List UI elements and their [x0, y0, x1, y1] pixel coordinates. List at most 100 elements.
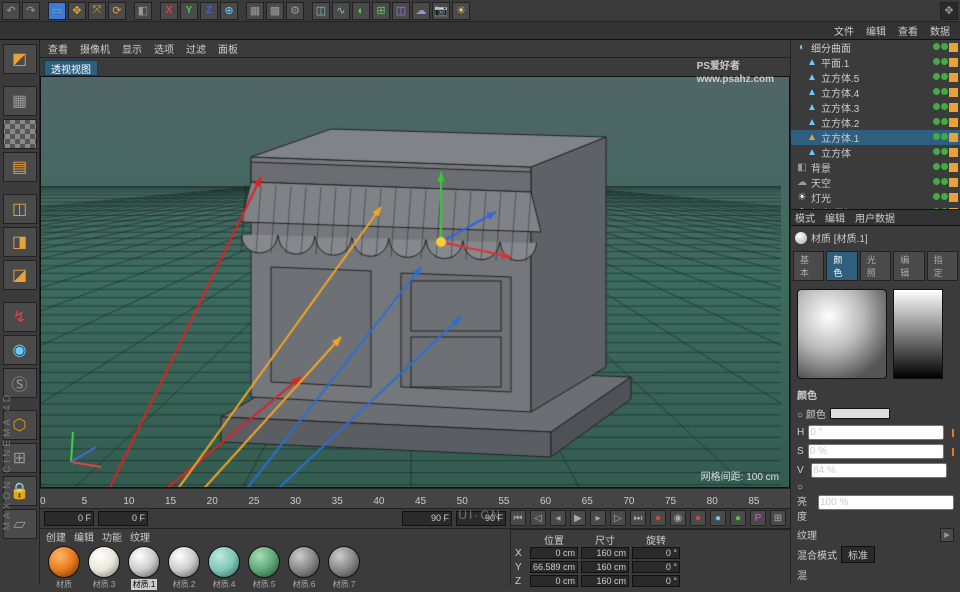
- attr-edit[interactable]: 编辑: [825, 210, 845, 225]
- tree-item[interactable]: ▲平面.1: [791, 55, 960, 70]
- point-mode[interactable]: ◫: [3, 194, 37, 224]
- menu-view[interactable]: 查看: [898, 23, 918, 38]
- select-tool[interactable]: ▭: [48, 2, 66, 20]
- poly-mode[interactable]: ◪: [3, 260, 37, 290]
- edge-mode[interactable]: ◨: [3, 227, 37, 257]
- time-end[interactable]: [402, 511, 452, 526]
- viewport-solo[interactable]: ◉: [3, 335, 37, 365]
- tree-item[interactable]: ▲立方体.3: [791, 100, 960, 115]
- key-pla[interactable]: ⊞: [770, 510, 786, 526]
- attr-user[interactable]: 用户数据: [855, 210, 895, 225]
- nurbs[interactable]: ◐: [352, 2, 370, 20]
- next-frame[interactable]: ▸: [590, 510, 606, 526]
- goto-end[interactable]: ⏭: [630, 510, 646, 526]
- vmenu-options[interactable]: 选项: [154, 41, 174, 56]
- time-end2[interactable]: [456, 511, 506, 526]
- tab-edit[interactable]: 编辑: [893, 251, 924, 281]
- mat-tab-tex[interactable]: 纹理: [130, 529, 150, 544]
- make-editable[interactable]: ◩: [3, 44, 37, 74]
- key-param[interactable]: P: [750, 510, 766, 526]
- mat-tab-create[interactable]: 创建: [46, 529, 66, 544]
- pos-y[interactable]: [530, 561, 578, 573]
- axis-y-lock[interactable]: Y: [180, 2, 198, 20]
- tab-light[interactable]: 光照: [860, 251, 891, 281]
- size-y[interactable]: [581, 561, 629, 573]
- key-pos[interactable]: ●: [690, 510, 706, 526]
- hsv-v[interactable]: [811, 463, 947, 478]
- object-manager[interactable]: ◐细分曲面▲平面.1▲立方体.5▲立方体.4▲立方体.3▲立方体.2▲立方体.1…: [791, 40, 960, 210]
- mat-tab-edit[interactable]: 编辑: [74, 529, 94, 544]
- material-preview[interactable]: [797, 289, 887, 379]
- array[interactable]: ⊞: [372, 2, 390, 20]
- rot-y[interactable]: [632, 561, 680, 573]
- texture-arrow[interactable]: ▸: [940, 528, 954, 542]
- undo-button[interactable]: ↶: [2, 2, 20, 20]
- rotate-tool[interactable]: ⟳: [108, 2, 126, 20]
- workplane-mode[interactable]: ▤: [3, 152, 37, 182]
- scale-tool[interactable]: ⤧: [88, 2, 106, 20]
- tree-item[interactable]: ☀灯光: [791, 190, 960, 205]
- material-slot[interactable]: 材质.5: [246, 546, 282, 590]
- play[interactable]: ▶: [570, 510, 586, 526]
- axis-x-lock[interactable]: X: [160, 2, 178, 20]
- mat-tab-func[interactable]: 功能: [102, 529, 122, 544]
- vmenu-filter[interactable]: 过滤: [186, 41, 206, 56]
- vmenu-display[interactable]: 显示: [122, 41, 142, 56]
- brightness-val[interactable]: [818, 495, 954, 510]
- render-view[interactable]: ▦: [246, 2, 264, 20]
- rot-x[interactable]: [632, 547, 680, 559]
- tree-item[interactable]: ▲立方体: [791, 145, 960, 160]
- menu-file[interactable]: 文件: [834, 23, 854, 38]
- material-slot[interactable]: 材质.4: [206, 546, 242, 590]
- axis-mode[interactable]: ↯: [3, 302, 37, 332]
- size-x[interactable]: [581, 547, 629, 559]
- menu-edit[interactable]: 编辑: [866, 23, 886, 38]
- tree-item[interactable]: ▲立方体.1: [791, 130, 960, 145]
- hsv-h[interactable]: [808, 425, 944, 440]
- material-slot[interactable]: 材质.2: [166, 546, 202, 590]
- light[interactable]: ☀: [452, 2, 470, 20]
- pos-x[interactable]: [530, 547, 578, 559]
- tree-item[interactable]: ▲立方体.2: [791, 115, 960, 130]
- vmenu-camera[interactable]: 摄像机: [80, 41, 110, 56]
- time-current[interactable]: [98, 511, 148, 526]
- tree-item[interactable]: ▲立方体.5: [791, 70, 960, 85]
- axis-z-lock[interactable]: Z: [200, 2, 218, 20]
- tree-item[interactable]: ◧背景: [791, 160, 960, 175]
- tab-basic[interactable]: 基本: [793, 251, 824, 281]
- tab-assign[interactable]: 指定: [927, 251, 958, 281]
- hsv-s[interactable]: [808, 444, 944, 459]
- key-scale[interactable]: ●: [710, 510, 726, 526]
- attr-mode[interactable]: 模式: [795, 210, 815, 225]
- redo-button[interactable]: ↷: [22, 2, 40, 20]
- material-slot[interactable]: 材质.7: [326, 546, 362, 590]
- menu-data[interactable]: 数据: [930, 23, 950, 38]
- move-tool[interactable]: ✥: [68, 2, 86, 20]
- render-settings[interactable]: ⚙: [286, 2, 304, 20]
- recent-tool[interactable]: ◧: [134, 2, 152, 20]
- texture-mode[interactable]: [3, 119, 37, 149]
- viewport[interactable]: 网格间距: 100 cm: [40, 76, 790, 488]
- vmenu-view[interactable]: 查看: [48, 41, 68, 56]
- timeline-ruler[interactable]: 051015202530354045505560657075808590: [40, 489, 790, 509]
- material-slot[interactable]: 材质: [46, 546, 82, 590]
- environment[interactable]: ☁: [412, 2, 430, 20]
- prev-frame[interactable]: ◂: [550, 510, 566, 526]
- autokey[interactable]: ◉: [670, 510, 686, 526]
- tree-item[interactable]: ☁天空: [791, 175, 960, 190]
- tab-color[interactable]: 颜色: [826, 251, 857, 281]
- next-key[interactable]: ▷: [610, 510, 626, 526]
- axis-widget[interactable]: ✥: [940, 2, 958, 20]
- time-start[interactable]: [44, 511, 94, 526]
- render-pict[interactable]: ▩: [266, 2, 284, 20]
- material-slot[interactable]: 材质.1: [126, 546, 162, 590]
- vmenu-panel[interactable]: 面板: [218, 41, 238, 56]
- prev-key[interactable]: ◁: [530, 510, 546, 526]
- material-slot[interactable]: 材质.6: [286, 546, 322, 590]
- rot-z[interactable]: [632, 575, 680, 587]
- cube-primitive[interactable]: ◫: [312, 2, 330, 20]
- pos-z[interactable]: [530, 575, 578, 587]
- color-swatch[interactable]: [830, 408, 890, 419]
- model-mode[interactable]: ▦: [3, 86, 37, 116]
- tree-item[interactable]: ▲立方体.4: [791, 85, 960, 100]
